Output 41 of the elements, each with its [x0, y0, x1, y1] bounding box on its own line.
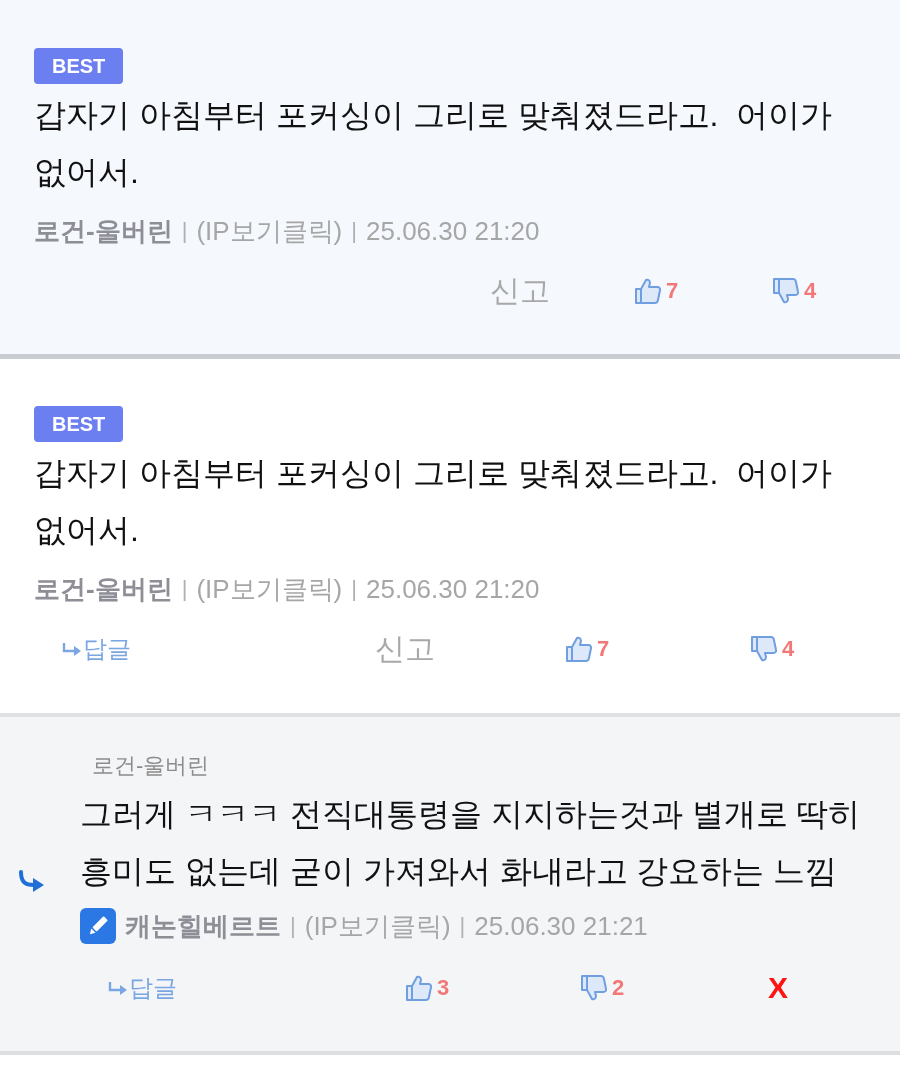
comment-text: 갑자기 아침부터 포커싱이 그리로 맞춰졌드라고. 어이가 없어서.: [34, 454, 834, 550]
thumbs-down-icon: [772, 277, 800, 305]
meta-divider: |: [290, 913, 296, 939]
delete-button[interactable]: X: [768, 971, 788, 1005]
comment-date: 25.06.30 21:21: [474, 910, 648, 942]
author-name[interactable]: 로건-울버린: [34, 213, 173, 249]
meta-divider: |: [181, 218, 188, 244]
best-badge: BEST: [34, 406, 124, 442]
reply-arrow-icon: [108, 981, 128, 995]
meta-divider: |: [181, 576, 188, 602]
thumbs-up-icon: [405, 974, 433, 1002]
reply-button[interactable]: 답글: [108, 972, 177, 1004]
meta-divider: |: [459, 913, 466, 939]
thumbs-up-icon: [634, 277, 662, 305]
reply-arrow-icon: [17, 870, 45, 894]
ip-link[interactable]: (IP보기클릭): [196, 213, 343, 249]
dislike-button[interactable]: 4: [750, 635, 795, 663]
author-name[interactable]: 캐논힐베르트: [125, 908, 281, 944]
best-badge: BEST: [34, 48, 124, 84]
meta-divider: |: [351, 576, 357, 602]
comment-date: 25.06.30 21:20: [366, 215, 540, 247]
like-button[interactable]: 3: [405, 974, 450, 1002]
parent-author: 로건-울버린: [92, 752, 210, 780]
reply-arrow-icon: [62, 642, 82, 656]
author-name[interactable]: 로건-울버린: [34, 571, 173, 607]
dislike-button[interactable]: 2: [580, 974, 625, 1002]
report-button[interactable]: 신고: [490, 270, 550, 312]
ip-link[interactable]: (IP보기클릭): [304, 908, 451, 944]
thumbs-down-icon: [750, 635, 778, 663]
report-button[interactable]: 신고: [375, 628, 435, 670]
like-button[interactable]: 7: [634, 277, 679, 305]
dislike-button[interactable]: 4: [772, 277, 817, 305]
comment-text: 갑자기 아침부터 포커싱이 그리로 맞춰졌드라고. 어이가 없어서.: [34, 96, 834, 192]
reply-button[interactable]: 답글: [62, 633, 131, 665]
ip-link[interactable]: (IP보기클릭): [196, 571, 343, 607]
thumbs-down-icon: [580, 974, 608, 1002]
comment-date: 25.06.30 21:20: [366, 573, 540, 605]
meta-divider: |: [351, 218, 357, 244]
thumbs-up-icon: [565, 635, 593, 663]
comment-text: 그러게 ㅋㅋㅋ 전직대통령을 지지하는것과 별개로 딱히 흥미도 없는데 굳이 가져와서 화내라고 강요하는 느낌: [80, 795, 862, 891]
like-button[interactable]: 7: [565, 635, 610, 663]
